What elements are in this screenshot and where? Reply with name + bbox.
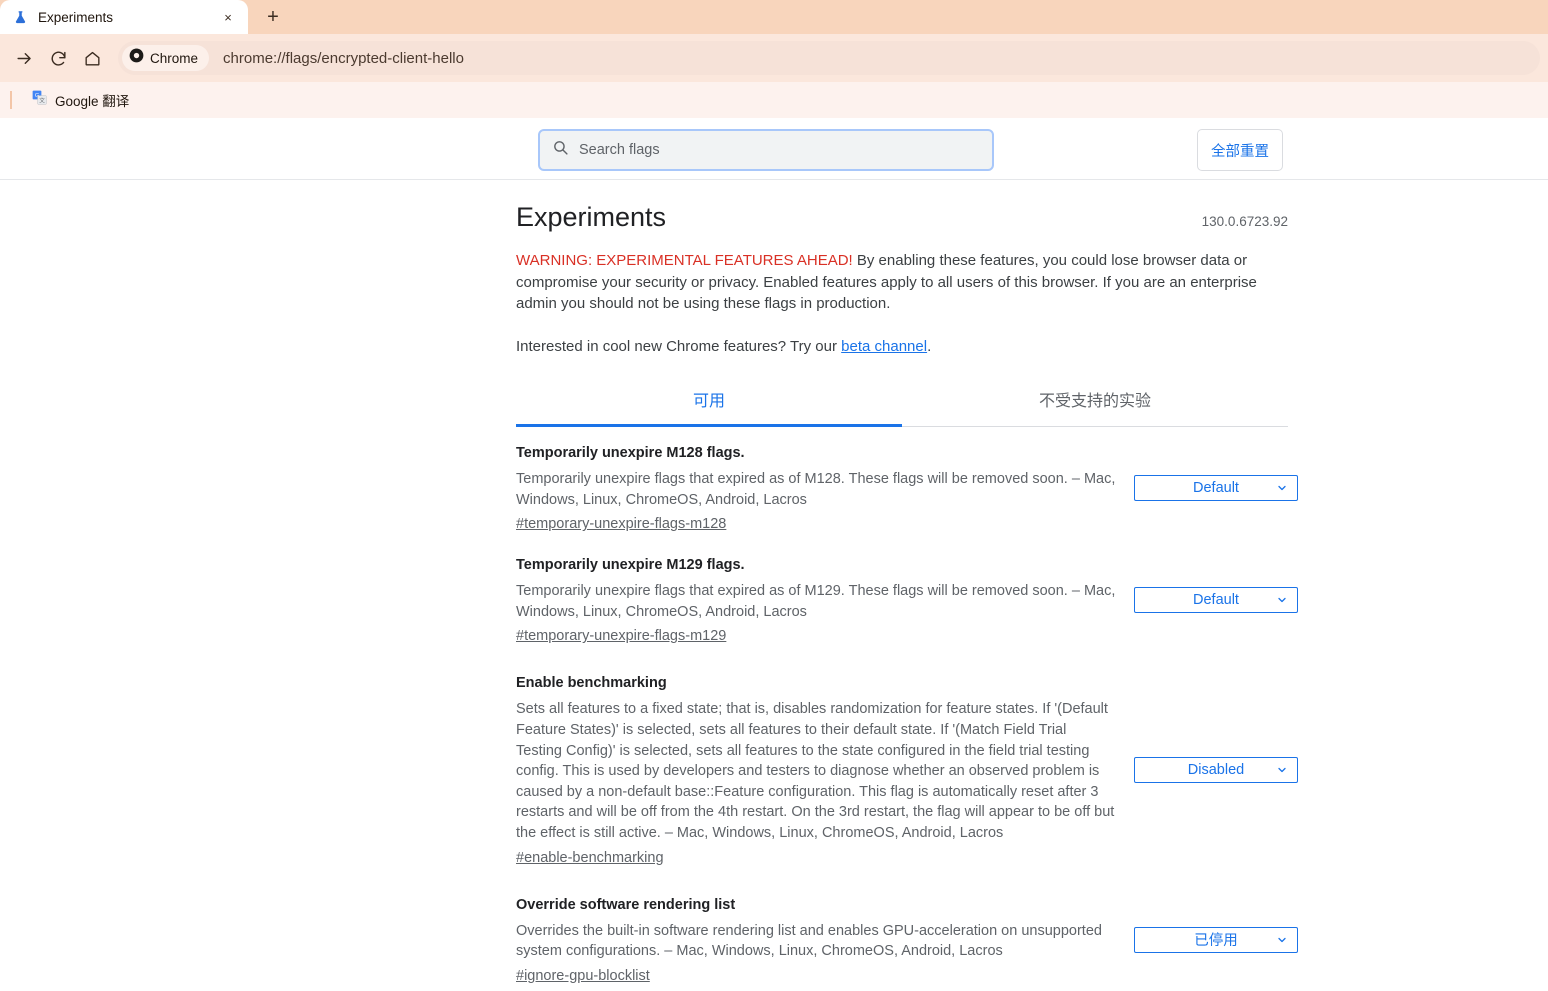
flag-text-block: Enable benchmarking Sets all features to… [516, 673, 1116, 866]
reset-all-button[interactable]: 全部重置 [1197, 129, 1283, 171]
flags-page: Search flags 全部重置 Experiments 130.0.6723… [0, 118, 1548, 991]
tab-available[interactable]: 可用 [516, 385, 902, 427]
flag-row: Override software rendering list Overrid… [516, 867, 1298, 985]
chevron-down-icon [1276, 594, 1288, 606]
flag-select[interactable]: Default [1134, 587, 1298, 614]
flag-select[interactable]: 已停用 [1134, 926, 1298, 953]
flag-anchor-link[interactable]: #temporary-unexpire-flags-m128 [516, 516, 726, 532]
flags-content: Experiments 130.0.6723.92 WARNING: EXPER… [516, 180, 1298, 985]
flag-anchor-link[interactable]: #ignore-gpu-blocklist [516, 968, 650, 984]
address-bar-url: chrome://flags/encrypted-client-hello [223, 49, 464, 67]
new-tab-button[interactable]: + [258, 2, 288, 32]
version-label: 130.0.6723.92 [1201, 214, 1288, 229]
chevron-down-icon [1276, 764, 1288, 776]
reload-icon[interactable] [42, 42, 74, 74]
flag-select-value: Default [1193, 480, 1239, 497]
flags-tabs: 可用 不受支持的实验 [516, 385, 1288, 427]
flag-row: Temporarily unexpire M128 flags. Tempora… [516, 427, 1298, 533]
search-flags-field[interactable]: Search flags [538, 129, 994, 171]
flag-select-value: Default [1193, 592, 1239, 609]
address-bar[interactable]: Chrome chrome://flags/encrypted-client-h… [118, 41, 1540, 75]
flag-anchor-link[interactable]: #temporary-unexpire-flags-m129 [516, 628, 726, 644]
chrome-chip-label: Chrome [150, 50, 199, 66]
flag-row: Enable benchmarking Sets all features to… [516, 645, 1298, 866]
bookmark-item-google-translate[interactable]: G 文 Google 翻译 [26, 86, 135, 114]
flag-select[interactable]: Default [1134, 475, 1298, 502]
bookmark-divider [10, 91, 12, 109]
flag-row: Temporarily unexpire M129 flags. Tempora… [516, 533, 1298, 645]
browser-tab-experiments[interactable]: Experiments × [0, 0, 248, 34]
flag-description: Overrides the built-in software renderin… [516, 922, 1102, 960]
chrome-logo-icon [129, 48, 144, 68]
flask-icon [12, 9, 28, 25]
tab-title: Experiments [38, 9, 114, 25]
flags-header-bar: Search flags 全部重置 [0, 118, 1548, 180]
tab-unsupported[interactable]: 不受支持的实验 [902, 385, 1288, 426]
flag-control: 已停用 [1116, 926, 1298, 953]
bookmarks-bar: G 文 Google 翻译 [0, 82, 1548, 118]
tab-strip: Experiments × + [0, 0, 1548, 34]
flag-select-value: 已停用 [1194, 933, 1238, 950]
search-icon [552, 139, 569, 161]
chrome-chip[interactable]: Chrome [122, 45, 210, 71]
flag-select-value: Disabled [1187, 761, 1245, 778]
flag-anchor-link[interactable]: #enable-benchmarking [516, 850, 664, 866]
google-translate-icon: G 文 [32, 90, 47, 110]
beta-prefix: Interested in cool new Chrome features? … [516, 337, 842, 355]
close-icon[interactable]: × [218, 7, 238, 27]
flag-text-block: Temporarily unexpire M129 flags. Tempora… [516, 555, 1116, 645]
flag-control: Disabled [1116, 756, 1298, 783]
beta-suffix: . [927, 337, 932, 355]
flag-name: Temporarily unexpire M128 flags. [516, 445, 745, 461]
flag-control: Default [1116, 475, 1298, 502]
flag-name: Override software rendering list [516, 896, 736, 913]
beta-channel-paragraph: Interested in cool new Chrome features? … [516, 336, 1288, 358]
chevron-down-icon [1276, 934, 1288, 946]
flag-control: Default [1116, 587, 1298, 614]
flag-description: Temporarily unexpire flags that expired … [516, 471, 1116, 508]
flag-description: Sets all features to a fixed state; that… [516, 701, 1115, 841]
browser-toolbar: Chrome chrome://flags/encrypted-client-h… [0, 34, 1548, 82]
search-input[interactable]: Search flags [579, 142, 660, 158]
beta-channel-link[interactable]: beta channel [841, 338, 927, 355]
flag-select[interactable]: Disabled [1134, 756, 1298, 783]
flag-text-block: Override software rendering list Overrid… [516, 895, 1116, 985]
flag-description: Temporarily unexpire flags that expired … [516, 583, 1116, 620]
flag-name: Enable benchmarking [516, 675, 667, 692]
flag-text-block: Temporarily unexpire M128 flags. Tempora… [516, 443, 1116, 533]
title-row: Experiments 130.0.6723.92 [516, 202, 1288, 233]
warning-headline: WARNING: EXPERIMENTAL FEATURES AHEAD! [516, 252, 853, 269]
page-title: Experiments [516, 202, 667, 232]
flag-name: Temporarily unexpire M129 flags. [516, 557, 745, 574]
home-icon[interactable] [76, 42, 108, 74]
chevron-down-icon [1276, 482, 1288, 494]
forward-arrow-icon[interactable] [8, 42, 40, 74]
bookmark-label: Google 翻译 [55, 94, 130, 109]
warning-paragraph: WARNING: EXPERIMENTAL FEATURES AHEAD! By… [516, 250, 1288, 315]
